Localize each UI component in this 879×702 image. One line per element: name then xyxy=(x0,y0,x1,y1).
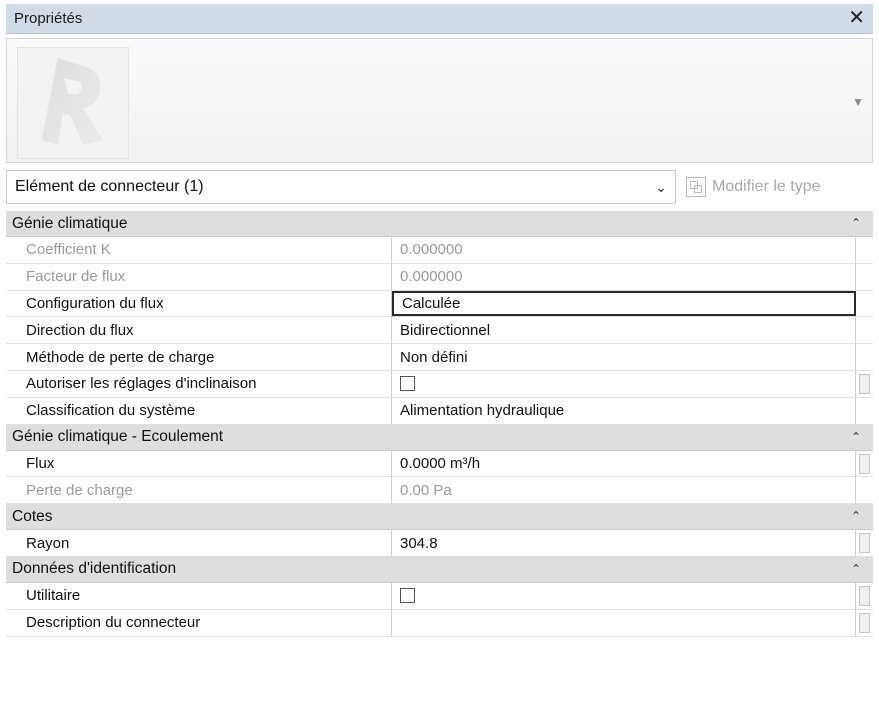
chevron-double-up-icon[interactable]: ⌃ xyxy=(851,562,861,576)
modify-type-label: Modifier le type xyxy=(712,178,821,195)
property-row[interactable]: Méthode de perte de charge Non défini xyxy=(6,344,873,371)
scroll-handle[interactable] xyxy=(859,612,870,633)
property-value[interactable]: 304.8 xyxy=(392,530,856,556)
property-name: Autoriser les réglages d'inclinaison xyxy=(6,370,392,397)
property-row[interactable]: Configuration du flux Calculée xyxy=(6,290,873,318)
family-thumbnail xyxy=(17,47,129,159)
property-row[interactable]: Autoriser les réglages d'inclinaison xyxy=(6,370,873,398)
group-header[interactable]: Données d'identification ⌃ xyxy=(6,556,873,583)
revit-logo-icon xyxy=(41,57,103,145)
property-row[interactable]: Direction du flux Bidirectionnel xyxy=(6,317,873,345)
property-value[interactable]: 0.0000 m³/h xyxy=(392,450,856,477)
property-row[interactable]: Rayon 304.8 xyxy=(6,530,873,557)
scroll-handle[interactable] xyxy=(859,533,870,554)
property-value: 0.000000 xyxy=(392,237,856,263)
property-row[interactable]: Utilitaire xyxy=(6,582,873,610)
group-label: Génie climatique - Ecoulement xyxy=(12,428,224,446)
chevron-double-up-icon[interactable]: ⌃ xyxy=(851,430,861,444)
allow-slope-checkbox[interactable] xyxy=(400,376,415,392)
group-label: Cotes xyxy=(12,507,53,525)
property-value[interactable]: Non défini xyxy=(392,344,856,370)
property-name: Configuration du flux xyxy=(6,290,392,317)
property-row[interactable]: Flux 0.0000 m³/h xyxy=(6,450,873,478)
scroll-handle[interactable] xyxy=(859,373,870,394)
property-value[interactable]: Bidirectionnel xyxy=(392,317,856,344)
property-name: Facteur de flux xyxy=(6,263,392,290)
property-name: Direction du flux xyxy=(6,317,392,344)
property-value xyxy=(392,582,856,609)
property-value[interactable] xyxy=(392,609,856,636)
property-name: Méthode de perte de charge xyxy=(6,344,392,370)
property-name: Utilitaire xyxy=(6,582,392,609)
property-value: 0.00 Pa xyxy=(392,477,856,504)
utility-checkbox[interactable] xyxy=(400,588,415,604)
property-row[interactable]: Classification du système Alimentation h… xyxy=(6,397,873,425)
group-header[interactable]: Génie climatique - Ecoulement ⌃ xyxy=(6,424,873,451)
property-name: Coefficient K xyxy=(6,237,392,263)
type-preview[interactable]: ▼ xyxy=(6,38,873,163)
type-selector-value: Elément de connecteur (1) xyxy=(15,178,204,195)
properties-panel: Propriétés ✕ ▼ Elément de connecteur (1)… xyxy=(0,0,879,702)
property-value: 0.000000 xyxy=(392,263,856,290)
group-label: Génie climatique xyxy=(12,214,128,232)
close-icon[interactable]: ✕ xyxy=(848,7,865,29)
title-bar: Propriétés ✕ xyxy=(6,4,873,34)
property-value xyxy=(392,370,856,397)
chevron-double-up-icon[interactable]: ⌃ xyxy=(851,509,861,523)
panel-title: Propriétés xyxy=(14,10,83,27)
scroll-handle[interactable] xyxy=(859,453,870,474)
preview-dropdown-icon[interactable]: ▼ xyxy=(852,95,864,109)
edit-type-icon xyxy=(686,177,706,197)
group-label: Données d'identification xyxy=(12,560,177,578)
group-header[interactable]: Génie climatique ⌃ xyxy=(6,211,873,237)
modify-type-button[interactable]: Modifier le type xyxy=(686,177,821,197)
property-row: Coefficient K 0.000000 xyxy=(6,237,873,264)
type-selector-dropdown[interactable]: Elément de connecteur (1) ⌄ xyxy=(6,170,676,204)
chevron-double-up-icon[interactable]: ⌃ xyxy=(851,216,861,230)
flow-configuration-field[interactable]: Calculée xyxy=(392,290,856,317)
property-name: Flux xyxy=(6,450,392,477)
scroll-handle[interactable] xyxy=(859,585,870,606)
property-row: Facteur de flux 0.000000 xyxy=(6,263,873,291)
property-row[interactable]: Description du connecteur xyxy=(6,609,873,637)
property-name: Classification du système xyxy=(6,397,392,424)
property-value[interactable]: Alimentation hydraulique xyxy=(392,397,856,424)
property-name: Description du connecteur xyxy=(6,609,392,636)
property-name: Rayon xyxy=(6,530,392,556)
chevron-down-icon[interactable]: ⌄ xyxy=(655,179,667,196)
group-header[interactable]: Cotes ⌃ xyxy=(6,504,873,531)
properties-grid: Génie climatique ⌃ Coefficient K 0.00000… xyxy=(6,211,873,637)
property-row: Perte de charge 0.00 Pa xyxy=(6,477,873,505)
property-name: Perte de charge xyxy=(6,477,392,504)
type-selector-bar: Elément de connecteur (1) ⌄ Modifier le … xyxy=(6,168,873,206)
